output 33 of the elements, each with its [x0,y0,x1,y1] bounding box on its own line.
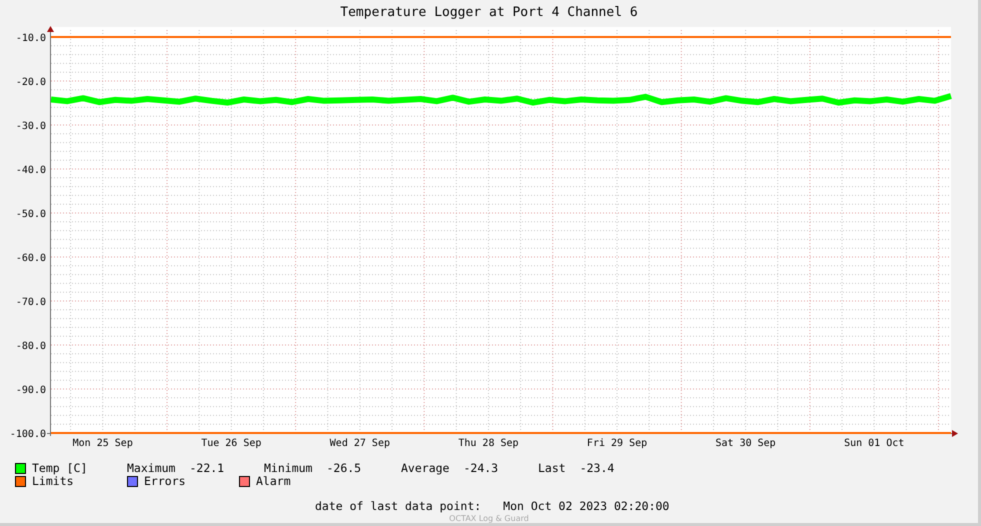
y-tick-label: -80.0 [16,341,46,352]
legend-label: Temp [C] [32,462,88,475]
x-tick-label: Thu 28 Sep [458,438,519,449]
y-tick-label: -10.0 [16,33,46,44]
y-tick-label: -30.0 [16,121,46,132]
legend-label: Limits [32,475,74,488]
stat-label: Average [401,462,450,475]
stat-label: Minimum [264,462,312,475]
stat-value: -26.5 [326,462,362,475]
legend-label: Alarm [256,475,291,488]
stat-value: -24.3 [463,462,498,475]
stat-label: Maximum [127,462,176,475]
y-tick-label: -70.0 [16,297,46,308]
x-tick-label: Sat 30 Sep [716,438,776,449]
y-tick-label: -20.0 [16,77,46,88]
legend-label: Errors [144,475,186,488]
y-tick-label: -90.0 [16,385,46,396]
y-tick-label: -60.0 [16,253,46,264]
x-tick-label: Fri 29 Sep [586,438,648,449]
y-tick-label: -100.0 [10,429,46,440]
x-tick-label: Tue 26 Sep [201,438,262,449]
footer-label: date of last data point: [315,500,482,513]
stat-value: -22.1 [189,462,224,475]
stat-value: -23.4 [580,462,614,475]
y-tick-label: -50.0 [16,209,46,220]
y-tick-label: -40.0 [16,165,46,176]
chart-title: Temperature Logger at Port 4 Channel 6 [340,5,638,20]
x-tick-label: Wed 27 Sep [330,438,390,449]
x-tick-label: Sun 01 Oct [844,438,904,449]
stat-label: Last [538,462,566,475]
x-tick-label: Mon 25 Sep [72,438,133,449]
credit-text: OCTAX Log & Guard [449,514,529,523]
last-date: Mon Oct 02 2023 02:20:00 [503,500,670,513]
